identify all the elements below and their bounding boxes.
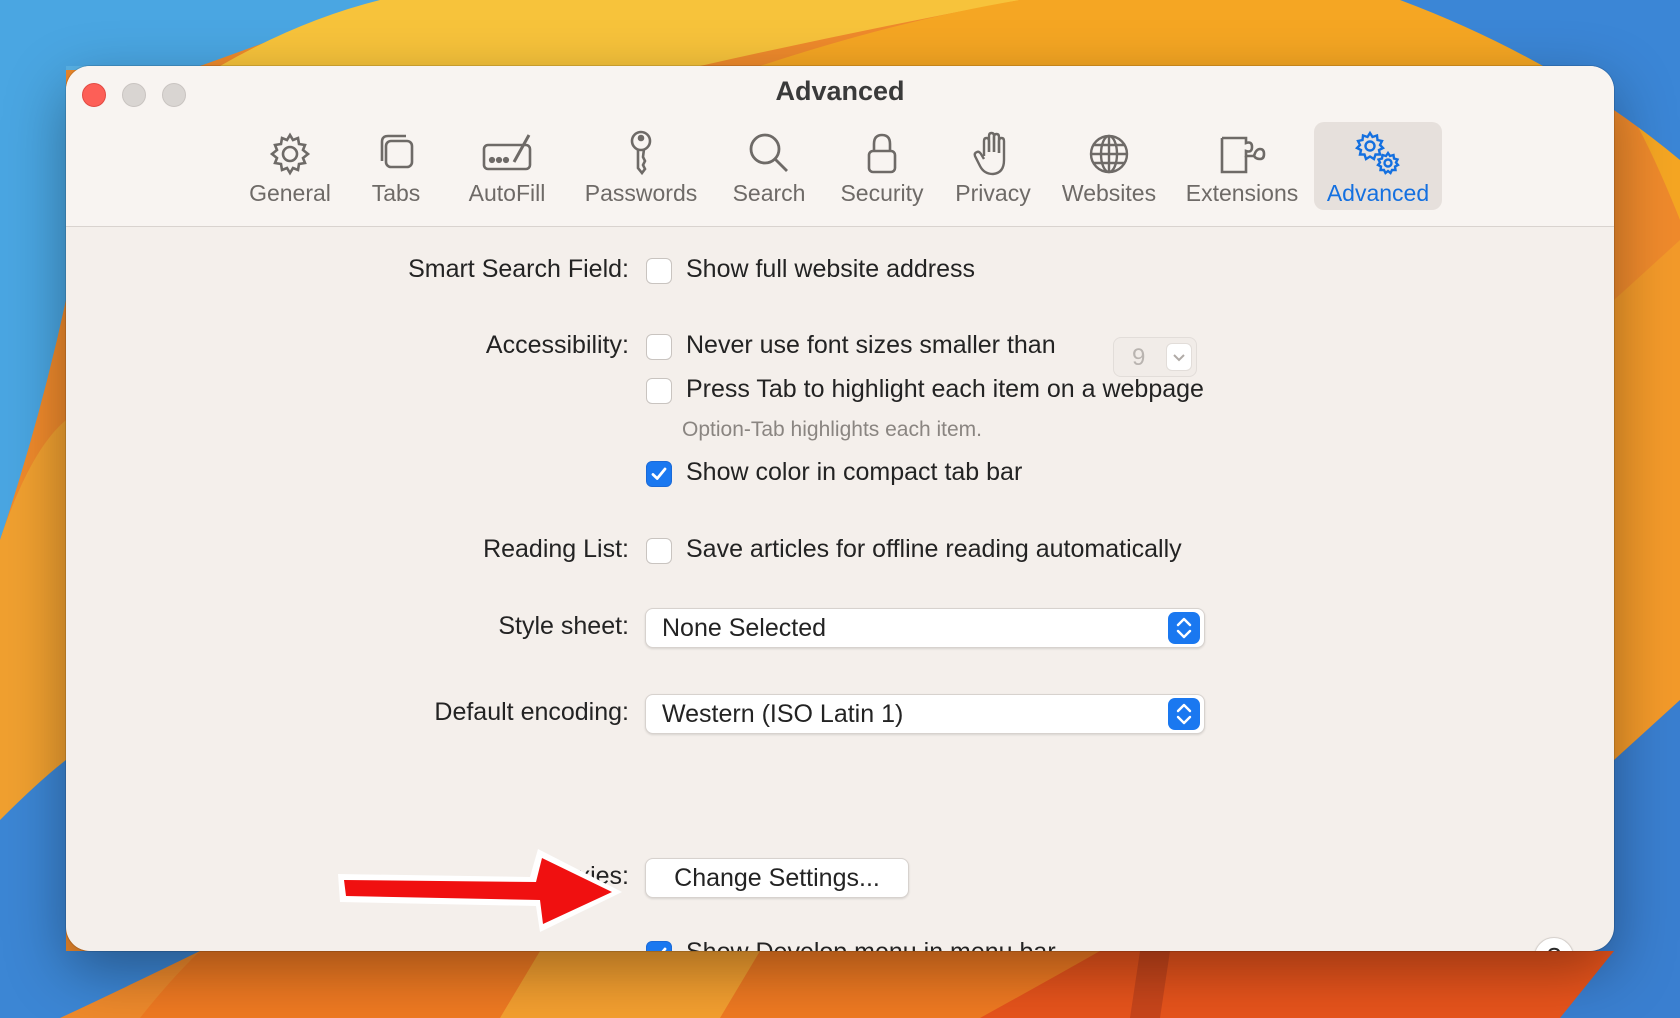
gear-icon bbox=[269, 132, 311, 176]
tab-websites[interactable]: Websites bbox=[1054, 122, 1164, 210]
tab-privacy-label: Privacy bbox=[955, 180, 1031, 206]
annotation-arrow bbox=[338, 849, 622, 932]
hand-icon bbox=[973, 131, 1006, 176]
tab-privacy[interactable]: Privacy bbox=[948, 122, 1038, 210]
tab-advanced-label: Advanced bbox=[1326, 180, 1430, 206]
min-font-size-select[interactable]: 9 bbox=[1113, 337, 1197, 377]
show-full-address-checkbox[interactable] bbox=[646, 258, 672, 284]
tab-tabs[interactable]: Tabs bbox=[356, 122, 436, 210]
tab-websites-label: Websites bbox=[1061, 180, 1157, 206]
smart-search-label: Smart Search Field: bbox=[408, 255, 629, 283]
puzzle-icon bbox=[1220, 136, 1266, 174]
tab-autofill-label: AutoFill bbox=[468, 180, 546, 206]
show-develop-menu-text: Show Develop menu in menu bar bbox=[686, 938, 1056, 951]
tab-general-label: General bbox=[249, 180, 331, 206]
change-settings-button[interactable]: Change Settings... bbox=[645, 858, 909, 898]
tab-extensions[interactable]: Extensions bbox=[1178, 122, 1306, 210]
up-down-chevron-icon bbox=[1168, 698, 1200, 730]
tab-extensions-label: Extensions bbox=[1185, 180, 1299, 206]
preferences-window: Advanced General Tabs AutoFill Passwords… bbox=[66, 66, 1614, 951]
show-develop-menu-checkbox[interactable] bbox=[646, 941, 672, 951]
show-color-checkbox[interactable] bbox=[646, 461, 672, 487]
tab-security-label: Security bbox=[840, 180, 924, 206]
default-encoding-popup[interactable]: Western (ISO Latin 1) bbox=[645, 694, 1205, 734]
min-font-text: Never use font sizes smaller than bbox=[686, 331, 1056, 359]
press-tab-text: Press Tab to highlight each item on a we… bbox=[686, 375, 1204, 403]
min-font-size-value: 9 bbox=[1132, 344, 1146, 371]
style-sheet-popup[interactable]: None Selected bbox=[645, 608, 1205, 648]
min-font-checkbox[interactable] bbox=[646, 334, 672, 360]
save-offline-text: Save articles for offline reading automa… bbox=[686, 535, 1182, 563]
reading-list-label: Reading List: bbox=[483, 535, 629, 563]
press-tab-checkbox[interactable] bbox=[646, 378, 672, 404]
up-down-chevron-icon bbox=[1168, 612, 1200, 644]
tab-tabs-label: Tabs bbox=[371, 180, 421, 206]
style-sheet-label: Style sheet: bbox=[498, 612, 629, 640]
advanced-settings-pane: Smart Search Field: Show full website ad… bbox=[66, 227, 1614, 951]
accessibility-label: Accessibility: bbox=[485, 331, 629, 359]
tab-passwords[interactable]: Passwords bbox=[576, 122, 706, 210]
window-title: Advanced bbox=[775, 76, 905, 106]
tab-autofill[interactable]: AutoFill bbox=[452, 122, 562, 210]
show-color-text: Show color in compact tab bar bbox=[686, 458, 1023, 486]
tab-passwords-label: Passwords bbox=[584, 180, 698, 206]
key-icon bbox=[630, 130, 652, 176]
tab-search[interactable]: Search bbox=[722, 122, 816, 210]
gears-icon bbox=[1354, 130, 1400, 175]
show-full-address-text: Show full website address bbox=[686, 255, 976, 283]
globe-icon bbox=[1089, 134, 1129, 174]
style-sheet-value: None Selected bbox=[662, 614, 827, 642]
magnifier-icon bbox=[749, 133, 788, 172]
press-tab-hint: Option-Tab highlights each item. bbox=[682, 418, 982, 441]
tabs-icon bbox=[380, 134, 414, 169]
default-encoding-label: Default encoding: bbox=[434, 698, 629, 726]
help-button[interactable]: ? bbox=[1534, 937, 1574, 951]
checkmark-icon bbox=[661, 947, 667, 951]
lock-icon bbox=[867, 133, 897, 174]
checkmark-icon bbox=[651, 467, 667, 480]
default-encoding-value: Western (ISO Latin 1) bbox=[662, 700, 904, 728]
save-offline-checkbox[interactable] bbox=[646, 538, 672, 564]
tab-advanced[interactable]: Advanced bbox=[1314, 122, 1442, 210]
autofill-icon bbox=[482, 134, 532, 171]
tab-search-label: Search bbox=[732, 180, 806, 206]
tab-general[interactable]: General bbox=[237, 122, 343, 210]
chevron-down-icon bbox=[1166, 343, 1192, 371]
window-titlebar: Advanced General Tabs AutoFill Passwords… bbox=[66, 66, 1614, 227]
tab-security[interactable]: Security bbox=[832, 122, 932, 210]
